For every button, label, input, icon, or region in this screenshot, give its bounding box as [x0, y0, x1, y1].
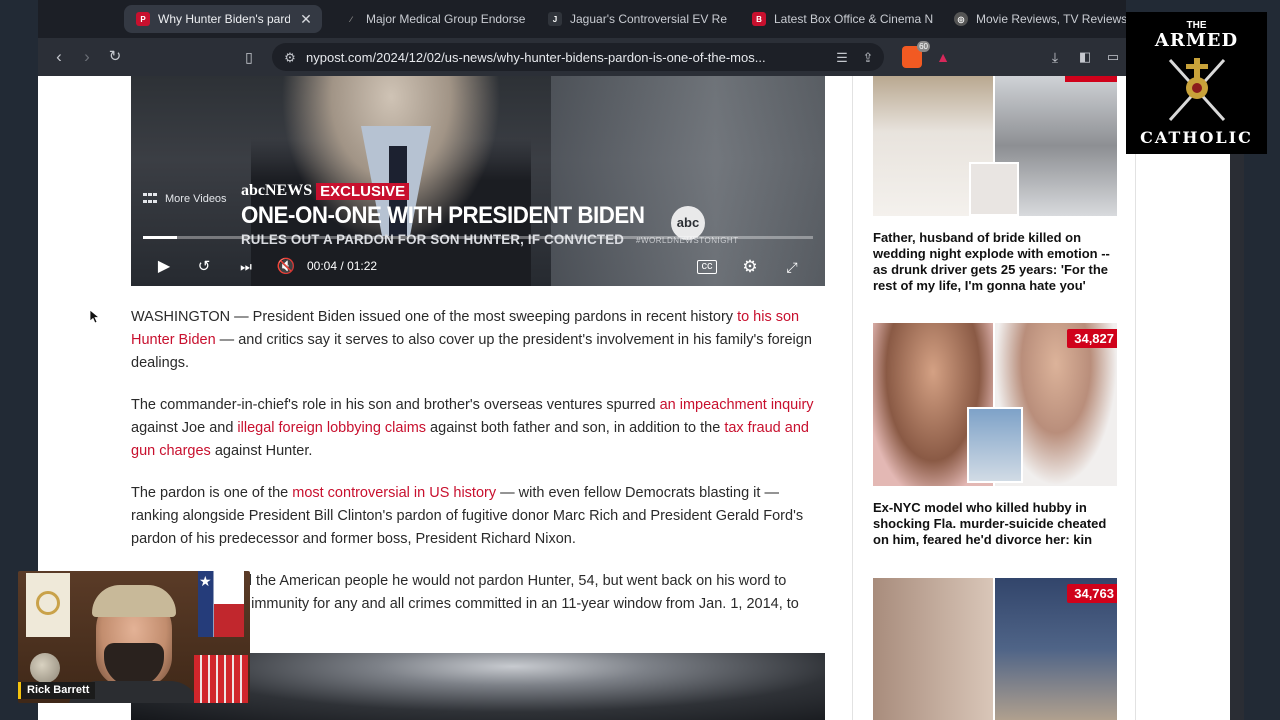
brave-shield-icon[interactable]: 60: [902, 41, 930, 68]
gear-icon[interactable]: ⚙: [739, 256, 761, 278]
address-bar[interactable]: ⚙ nypost.com/2024/12/02/us-news/why-hunt…: [272, 43, 884, 71]
skip-next-icon[interactable]: ⏭: [235, 256, 257, 278]
share-icon[interactable]: ⇪: [860, 50, 876, 66]
exclusive-label: EXCLUSIVE: [316, 182, 410, 200]
bookmark-icon[interactable]: ▯: [238, 46, 260, 68]
replay-10-icon[interactable]: ↺: [193, 256, 215, 278]
more-videos-label: More Videos: [165, 193, 227, 205]
thumb-inset: [969, 162, 1019, 216]
page-scrollbar[interactable]: [1230, 76, 1244, 720]
url-text[interactable]: nypost.com/2024/12/02/us-news/why-hunter…: [306, 50, 806, 65]
video-player[interactable]: More Videos abcNEWS EXCLUSIVE ONE-ON-ONE…: [131, 76, 825, 286]
video-progress-bar[interactable]: [143, 236, 813, 239]
mute-icon[interactable]: 🔇: [275, 256, 297, 278]
tab-label: Major Medical Group Endorse: [366, 12, 526, 26]
sidebar: Father, husband of bride killed on weddi…: [852, 76, 1136, 720]
logo-armed-text: ARMED: [1154, 30, 1239, 51]
tab-medical[interactable]: ∕ Major Medical Group Endorse: [332, 5, 526, 33]
flag-texas: ★: [198, 571, 244, 637]
chyron-top: abcNEWS EXCLUSIVE: [241, 182, 410, 200]
more-videos-button[interactable]: More Videos: [143, 193, 227, 205]
article-text: WASHINGTON — President Biden issued one …: [131, 309, 738, 325]
article-link[interactable]: an impeachment inquiry: [660, 397, 814, 413]
logo-catholic-text: CATHOLIC: [1140, 128, 1253, 147]
wallet-icon[interactable]: ▭: [1102, 46, 1124, 68]
duration: 01:22: [347, 259, 378, 273]
grid-icon: [143, 193, 157, 205]
article-text: against Hunter.: [210, 443, 313, 459]
article-text: against both father and son, in addition…: [426, 420, 725, 436]
view-count-badge: 34,763: [1067, 584, 1117, 603]
globe-prop: [30, 653, 60, 683]
tab-reviews[interactable]: ◎ Movie Reviews, TV Reviews,: [942, 5, 1126, 33]
article-paragraph: The pardon is one of the most controvers…: [131, 482, 821, 551]
chyron-subheadline: RULES OUT A PARDON FOR SON HUNTER, IF CO…: [241, 231, 625, 247]
network-name: abcNEWS: [241, 182, 313, 199]
view-count-badge: 34,827: [1067, 329, 1117, 348]
boxoffice-icon: B: [752, 12, 766, 26]
channel-logo: THE ARMED CATHOLIC: [1126, 12, 1267, 154]
reader-mode-icon[interactable]: ☰: [834, 50, 850, 66]
tab-label: Jaguar's Controversial EV Re: [570, 12, 728, 26]
tab-label: Why Hunter Biden's pardo: [158, 12, 290, 26]
current-time: 00:04: [307, 259, 338, 273]
brave-count: 60: [917, 41, 930, 52]
sidebar-card[interactable]: 34,827 Ex-NYC model who killed hubby in …: [873, 323, 1117, 548]
fullscreen-icon[interactable]: ⤢: [781, 256, 803, 278]
sidebar-card[interactable]: 34,763: [873, 578, 1117, 720]
article-paragraph: WASHINGTON — President Biden issued one …: [131, 306, 821, 375]
browser-toolbar: ‹ › ↻ ▯ ⚙ nypost.com/2024/12/02/us-news/…: [38, 38, 1126, 76]
video-controls: ▶ ↺ ⏭ 🔇 00:04 / 01:22 cc ⚙ ⤢: [131, 248, 825, 284]
article-link[interactable]: illegal foreign lobbying claims: [237, 420, 426, 436]
site-settings-icon[interactable]: ⚙: [282, 50, 298, 66]
card-title[interactable]: Ex-NYC model who killed hubby in shockin…: [873, 500, 1117, 548]
card-thumbnail[interactable]: 34,763: [873, 578, 1117, 720]
tab-boxoffice[interactable]: B Latest Box Office & Cinema N: [740, 5, 934, 33]
brave-rewards-icon[interactable]: ▲: [932, 46, 954, 68]
card-thumbnail[interactable]: 34,827: [873, 323, 1117, 486]
tab-label: Latest Box Office & Cinema N: [774, 12, 934, 26]
thumb-inset: [967, 407, 1023, 483]
tab-label: Movie Reviews, TV Reviews,: [976, 12, 1126, 26]
board-game-prop: [194, 655, 248, 703]
back-icon[interactable]: ‹: [48, 46, 70, 68]
captions-icon[interactable]: cc: [697, 260, 717, 274]
article-paragraph: The commander-in-chief's role in his son…: [131, 394, 821, 463]
sidebar-icon[interactable]: ◧: [1074, 46, 1096, 68]
tab-jaguar[interactable]: J Jaguar's Controversial EV Re: [536, 5, 730, 33]
reload-icon[interactable]: ↻: [104, 46, 126, 68]
thumb-left: [873, 578, 993, 720]
play-icon[interactable]: ▶: [153, 256, 175, 278]
article-text: The pardon is one of the: [131, 485, 293, 501]
video-progress-fill: [143, 236, 177, 239]
jaguar-icon: J: [548, 12, 562, 26]
article-text: against Joe and: [131, 420, 238, 436]
badge-cropped: [1065, 76, 1117, 82]
time-separator: /: [340, 259, 344, 273]
rt-icon: ◎: [954, 12, 968, 26]
abc-logo: abc: [671, 206, 705, 240]
tab-bar: P Why Hunter Biden's pardo ✕ ∕ Major Med…: [38, 0, 1126, 38]
generic-icon: ∕: [350, 14, 352, 24]
video-time: 00:04 / 01:22: [307, 259, 377, 273]
streamer-cap: [92, 585, 176, 617]
article-text: The commander-in-chief's role in his son…: [131, 397, 660, 413]
close-icon[interactable]: ✕: [298, 11, 314, 28]
download-icon[interactable]: ⤓: [1044, 46, 1066, 68]
forward-icon[interactable]: ›: [76, 46, 98, 68]
streamer-name-tag: Rick Barrett: [18, 682, 96, 699]
article-link[interactable]: most controversial in US history: [292, 485, 496, 501]
flag-left: [26, 573, 70, 637]
nypost-icon: P: [136, 12, 150, 26]
chyron-headline: ONE-ON-ONE WITH PRESIDENT BIDEN: [241, 202, 645, 229]
tab-nypost[interactable]: P Why Hunter Biden's pardo ✕: [124, 5, 322, 33]
mouse-cursor-icon: [90, 310, 100, 324]
card-thumbnail[interactable]: [873, 76, 1117, 216]
sidebar-card[interactable]: Father, husband of bride killed on weddi…: [873, 76, 1117, 294]
crossed-swords-icon: [1168, 58, 1226, 122]
card-title[interactable]: Father, husband of bride killed on weddi…: [873, 230, 1117, 294]
article-text: — and critics say it serves to also cove…: [131, 332, 812, 371]
